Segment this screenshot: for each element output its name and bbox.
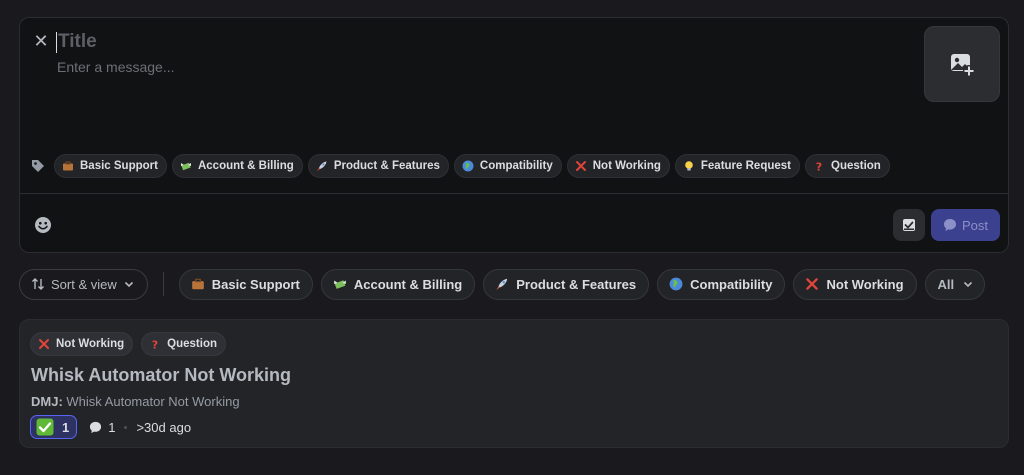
rocket-icon (496, 278, 508, 290)
all-tags-dropdown[interactable]: All (924, 268, 986, 300)
emoji-picker-icon[interactable] (34, 216, 52, 234)
chevron-down-icon (964, 281, 973, 288)
forum-post-card[interactable]: Not Working ? Question Whisk Automator N… (19, 319, 1009, 448)
briefcase-icon (191, 278, 204, 290)
gallery-check-icon (903, 219, 915, 231)
filter-chip-label: Product & Features (516, 276, 637, 292)
filter-chip-not-working[interactable]: Not Working (793, 268, 917, 300)
title-input[interactable] (58, 31, 558, 53)
lightbulb-icon (685, 161, 693, 171)
meta-separator (124, 425, 128, 429)
sort-view-label: Sort & view (51, 276, 117, 292)
tag-chip-label: Product & Features (333, 160, 440, 172)
globe-icon (669, 277, 683, 291)
rocket-icon (316, 161, 327, 171)
post-tag-not-working: Not Working (30, 332, 134, 356)
post-tags: Not Working ? Question (30, 332, 226, 356)
post-preview-text: Whisk Automator Not Working (62, 394, 240, 409)
post-author: DMJ: (31, 394, 63, 409)
chevron-down-icon (124, 281, 133, 288)
question-mark-icon: ? (816, 161, 822, 173)
tag-chip-feature-request[interactable]: Feature Request (674, 154, 800, 178)
filter-chip-account-billing[interactable]: Account & Billing (320, 268, 476, 300)
money-wings-icon (180, 162, 191, 171)
add-image-button[interactable] (924, 26, 1000, 102)
red-x-icon (575, 161, 586, 171)
reaction-button[interactable]: 1 (30, 415, 78, 439)
attach-media-button[interactable] (893, 209, 925, 241)
chat-bubble-icon (943, 219, 956, 231)
tag-chip-label: Basic Support (80, 160, 158, 172)
check-mark-button-icon (36, 418, 54, 436)
svg-text:?: ? (152, 339, 158, 351)
tag-chip-account-billing[interactable]: Account & Billing (171, 154, 303, 178)
filter-separator (162, 272, 164, 296)
reply-count-value: 1 (108, 419, 116, 435)
tag-chip-compatibility[interactable]: Compatibility (453, 154, 562, 178)
title-field-wrapper (56, 30, 558, 54)
close-icon[interactable]: ✕ (33, 32, 49, 50)
filter-chip-label: Basic Support (211, 276, 300, 292)
tag-chip-product-features[interactable]: Product & Features (307, 154, 449, 178)
globe-icon (462, 160, 474, 172)
message-bubble-icon (90, 421, 102, 433)
message-input[interactable] (57, 59, 657, 75)
tag-chip-label: Compatibility (479, 160, 553, 172)
svg-text:?: ? (816, 161, 822, 173)
composer-divider (20, 193, 1008, 194)
post-tag-question: ? Question (141, 332, 226, 356)
tag-chip-not-working[interactable]: Not Working (566, 154, 670, 178)
sort-arrows-icon (32, 278, 44, 290)
post-button-label: Post (961, 217, 988, 233)
filter-chip-product-features[interactable]: Product & Features (483, 268, 650, 300)
image-plus-icon (951, 54, 975, 77)
filter-chip-label: Not Working (826, 276, 904, 292)
reaction-count: 1 (62, 419, 70, 435)
post-tag-label: Not Working (56, 338, 125, 350)
red-x-icon (39, 339, 49, 349)
new-post-composer: ✕ Basic Support Account & Billing Pro (19, 17, 1009, 253)
reply-count: 1 (89, 420, 115, 435)
tag-chip-label: Question (831, 160, 881, 172)
sort-view-button[interactable]: Sort & view (19, 268, 148, 300)
tag-chip-label: Feature Request (700, 160, 791, 172)
tag-icon (28, 156, 48, 176)
question-mark-icon: ? (152, 339, 158, 351)
tag-chip-question[interactable]: ? Question (805, 154, 890, 178)
filter-bar: Sort & view Basic Support Account & Bill… (19, 268, 986, 300)
tag-chip-basic-support[interactable]: Basic Support (54, 154, 167, 178)
tag-chip-label: Not Working (592, 160, 661, 172)
filter-chip-compatibility[interactable]: Compatibility (657, 268, 786, 300)
post-age: >30d ago (136, 419, 192, 435)
filter-chip-basic-support[interactable]: Basic Support (178, 268, 313, 300)
post-button[interactable]: Post (931, 209, 1000, 241)
filter-chip-label: Account & Billing (353, 276, 463, 292)
tag-chip-label: Account & Billing (197, 160, 294, 172)
tag-selector-row: Basic Support Account & Billing Product … (28, 154, 890, 178)
post-title: Whisk Automator Not Working (31, 365, 291, 385)
post-preview: DMJ: Whisk Automator Not Working (31, 394, 240, 409)
all-tags-label: All (937, 276, 955, 292)
post-tag-label: Question (167, 338, 217, 350)
text-caret (56, 31, 57, 53)
filter-chip-label: Compatibility (690, 276, 773, 292)
red-x-icon (806, 278, 819, 290)
briefcase-icon (63, 161, 73, 171)
money-wings-icon (334, 280, 346, 289)
post-meta: 1 1 >30d ago (30, 415, 191, 439)
